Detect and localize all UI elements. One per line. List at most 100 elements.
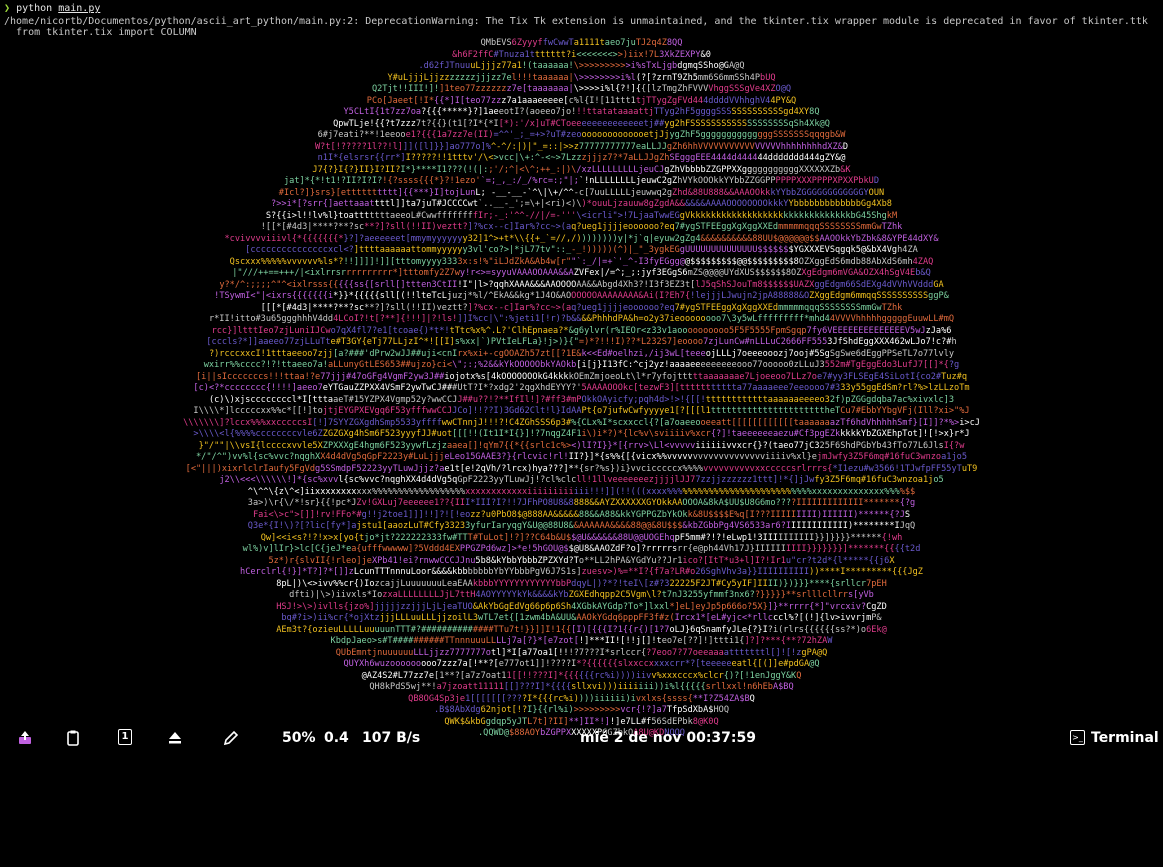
pencil-icon[interactable]	[222, 729, 240, 747]
ascii-art-segment: PPGZPd6wz]>*e!5hGOU@$	[459, 544, 569, 554]
ascii-art-segment: 3a>)\r{\/*!sr}{{!pc*J	[247, 498, 357, 508]
ascii-art-segment: uuunTTT#?##########	[374, 624, 473, 635]
ascii-art-segment: ttttta77aaaaeee7eeoooo7#3	[710, 383, 841, 393]
ascii-art-segment: @Q	[809, 659, 820, 669]
ascii-art-segment: ?}}}}}**srlllcllrr	[754, 590, 848, 600]
ascii-art-segment: !{?ssss{{{*}?!1ezo'	[382, 176, 481, 186]
ascii-art-row: @AZ4S2#L77zz7e[1**?[a7z7oat11[[!!???I]*{…	[0, 671, 1163, 683]
ascii-art-segment: 7zzjjzzzzzz1ttt]!*{]jJw	[695, 475, 815, 485]
eject-icon[interactable]	[166, 729, 184, 747]
workspace-icon[interactable]: 1	[118, 729, 132, 745]
ascii-art-segment: JCo]!!??I)3Gd62Clt!l}IdAA	[452, 406, 582, 416]
ascii-art-segment: *]eL]eyJp5p666o?5X}	[669, 601, 768, 612]
ascii-art-segment: ]]([l]}}]ao777o]%	[402, 141, 491, 152]
ascii-art-segment: Q3e*{I!\)?[?lic[fy*]a	[247, 521, 357, 531]
ascii-art-segment: ]?]?***{**?72hZA	[744, 636, 828, 646]
ascii-art-segment: gggggggggXXXXXXZb	[752, 164, 841, 175]
clipboard-icon[interactable]	[64, 729, 82, 747]
ascii-art-segment: \>>>>>>>>i%l	[573, 72, 636, 83]
ascii-art-row: 6#j7eati?**!1eeooe1?{{{1a7zz7e(II)=^^'_;…	[0, 130, 1163, 142]
ascii-art-segment: AEm3t?{ozieuLLLLLuu	[276, 624, 375, 635]
ascii-art-segment: Qw]<<i<s?!?!x>x[yo{t	[260, 532, 365, 543]
ascii-art-segment: )))))))y|*j`q|eyuw2gZg4	[581, 233, 701, 244]
ascii-art-row: Qw]<<i<s?!?!x>x[yo{tjo*jt?222222333fw#TT…	[0, 533, 1163, 545]
ascii-art-segment: 44ddddddd444gZY&@	[757, 153, 846, 163]
ascii-art-segment: ggEdgm66SdEXg4dVVhVVddd	[814, 279, 934, 290]
ascii-art-segment: GA	[933, 279, 944, 290]
ascii-art-segment: aeo7ju	[604, 38, 636, 48]
ascii-art-row: jat]*{*!t1!?II?I?I?!{?ssss{{{*}?!1ezo'`=…	[0, 176, 1163, 188]
ascii-art-segment: *{sr?%s})i}vvcicccccx%%%%	[573, 463, 704, 474]
ascii-art-segment: %{CLx%I*scxxccl{?[a7oaeeo	[571, 417, 701, 428]
ascii-art-segment: 4VVVVhhhhhgggggEuuwLL#mQ	[829, 314, 955, 324]
ascii-art-segment: HSJ!>\>)ivlls{jzo%]	[276, 601, 375, 612]
ascii-art-segment: vvvvvvvvvvvvvviiiiv%xl}e	[692, 452, 817, 462]
ascii-art-row: Qscxxx%%%%%vvvvvv%ls*?!!]]]]!]][tttomyyy…	[0, 257, 1163, 269]
ascii-art-segment: 22225F2JT#Cy5yIF]II	[669, 578, 768, 589]
ascii-art-segment: mZS@@@@UYdXUS$$$$$$8OZ	[687, 268, 802, 278]
ascii-art-row: [cccccccccccccccxcl<?]ttttaaaaaattommyyy…	[0, 245, 1163, 257]
ascii-art-segment: dgmqSSho@G	[677, 61, 729, 71]
ascii-art-row: .d62fJTnuuuLjjjz77a1!(taaaaaa!\>>>>>>>>>…	[0, 61, 1163, 73]
ascii-art-segment: *}}*{{{{{sll[(!!lteTcLj	[333, 291, 453, 301]
ascii-art-segment: zxaLLLLLLLLJjL7ttH	[382, 590, 476, 600]
ascii-art-segment: !I"|l>?qqhXAAA&&&AAOOOO	[457, 279, 577, 290]
upload-icon[interactable]	[16, 729, 34, 747]
ascii-art-segment: ico?[ItT*u3+l]I?!Ir1	[682, 555, 786, 566]
ascii-art-segment: l{sc%vvc?nqghXX4d4dVg5q	[338, 475, 458, 485]
ascii-art-segment: &K	[840, 164, 851, 175]
ascii-art-segment: J##u??!?**IfIl!]?#ff3#mP	[457, 394, 582, 405]
ascii-art-segment: 5z*)r{slvII{!rleo]je	[268, 555, 372, 566]
ascii-art-segment: srllxxl!n6hEb	[705, 682, 773, 692]
ascii-art-segment: gUUUUUUUUUUUUUU$$$$$$	[679, 245, 789, 255]
ascii-art-segment: VhggSSSgVe4XZ	[708, 84, 776, 94]
ascii-art-segment: q?ueg1jjjjeoooooo?eq	[571, 222, 675, 232]
ascii-art-segment: QWK$&kbG	[444, 716, 486, 727]
ascii-art-segment: xxxxxxxxxxxxiiiiiiiii	[465, 486, 574, 497]
ascii-art-segment: X4d4dVg5qGpF2223y#LuLjjj	[320, 452, 445, 462]
ascii-art-segment: vxlxs{ssss{	[635, 693, 693, 704]
command-text: python	[16, 3, 59, 14]
ascii-art-segment: (?[?zrnT9Zh5	[635, 72, 698, 83]
terminal-label[interactable]: Terminal	[1091, 729, 1159, 747]
ascii-art-segment: %%%%%%%%%%%%%%%%%%%%%	[682, 486, 792, 497]
ascii-art-segment: ^\^^\{z\^<]iixxxxxxxx	[247, 486, 357, 497]
ascii-art-segment: %%%%xxxxxxxxxxxxxx%%%	[791, 486, 900, 497]
ascii-art-segment: gZhVbbbbZZGPPXXgg	[664, 164, 753, 175]
command-file-link[interactable]: main.py	[58, 3, 100, 14]
ascii-art-segment: .B$8AbXdg	[434, 705, 481, 715]
ascii-art-segment: ZGZGXg4hSm6F523yyyfJJ#uot	[322, 429, 453, 439]
ascii-art-row: */"/^")vv%l{sc%vvc?nqghXX4d4dVg5qGpF2223…	[0, 452, 1163, 464]
ascii-art-segment: e1?{{{1a7zz7e(II)	[405, 130, 494, 140]
ascii-art-segment: sllxvi)))iiii	[571, 682, 639, 692]
ascii-art-segment: QUbEmntjnuuuuuu	[335, 647, 414, 658]
ascii-art-segment: Y5CLtI{1t7zz7oa	[343, 107, 422, 117]
ascii-art-segment: fwCwwT	[542, 38, 574, 48]
ascii-art-segment: TJ2q4Z	[635, 38, 667, 48]
ascii-art-segment: [!]7SYYZGXgdhSmp5533yffff	[312, 417, 442, 428]
ascii-art-segment: ttttttttttttaaaaaaeeeeo3	[705, 394, 830, 405]
ascii-art-segment: ?IIIIIIIIIIIII*******	[791, 498, 900, 508]
ascii-art-segment: 888&&AYZXXXXXXGYOkkAA	[573, 498, 683, 508]
ascii-art-segment: X	[889, 555, 895, 566]
ascii-art-segment: g!!j2toe1]]]!!]?![!eo	[361, 509, 471, 520]
ascii-art-segment: *cvivvvviiivl{*{{{{{{{*	[224, 233, 344, 244]
ascii-art-segment: 552m#TgEggEdo3LufJ7[[]*{	[824, 360, 949, 370]
terminal-icon[interactable]: >_	[1070, 730, 1085, 745]
ascii-art-segment: kM	[886, 210, 898, 221]
ascii-art-segment: y3vl'co?>|*jL77tv"::_	[462, 245, 572, 255]
ascii-art-segment: vcr{!?]a7	[620, 705, 667, 715]
ascii-art-segment: 7t?{{}(t1[?I*{*I	[415, 118, 499, 129]
ascii-art-row: #Icl?]}srs}[etttttttttt]{{***}I]tojLunL;…	[0, 188, 1163, 200]
ascii-art-segment: J7{?}I{?}II}I?II?	[312, 164, 401, 175]
ascii-art-segment: *?{{{{{{slxxccx	[576, 659, 654, 669]
terminal-window[interactable]: ❯ python main.py /home/nicortb/Documento…	[0, 0, 1163, 867]
ascii-art-segment: 62njot[!?	[480, 705, 528, 715]
ascii-art-row: Q3e*{I!\)?[?lic[fy*]ajstu1[aaozLuT#Cfy33…	[0, 521, 1163, 533]
ascii-art-segment: kkkkYbZGXEhpTot]![!>x}r*J	[840, 429, 970, 439]
ascii-art-segment: QUYXh6wuzoooooo	[343, 659, 422, 669]
ascii-art-segment: eYTGauZZPXX4VSmF2ywTwCJ##	[322, 383, 453, 393]
ascii-art-row: QB8OG4Sp3je1[[[[[[[????I*{{{rc%i))))iiii…	[0, 694, 1163, 706]
ascii-art-segment: tl]*I[a77oa1[!!	[490, 647, 569, 658]
ascii-art-segment: {!wh	[881, 532, 903, 543]
